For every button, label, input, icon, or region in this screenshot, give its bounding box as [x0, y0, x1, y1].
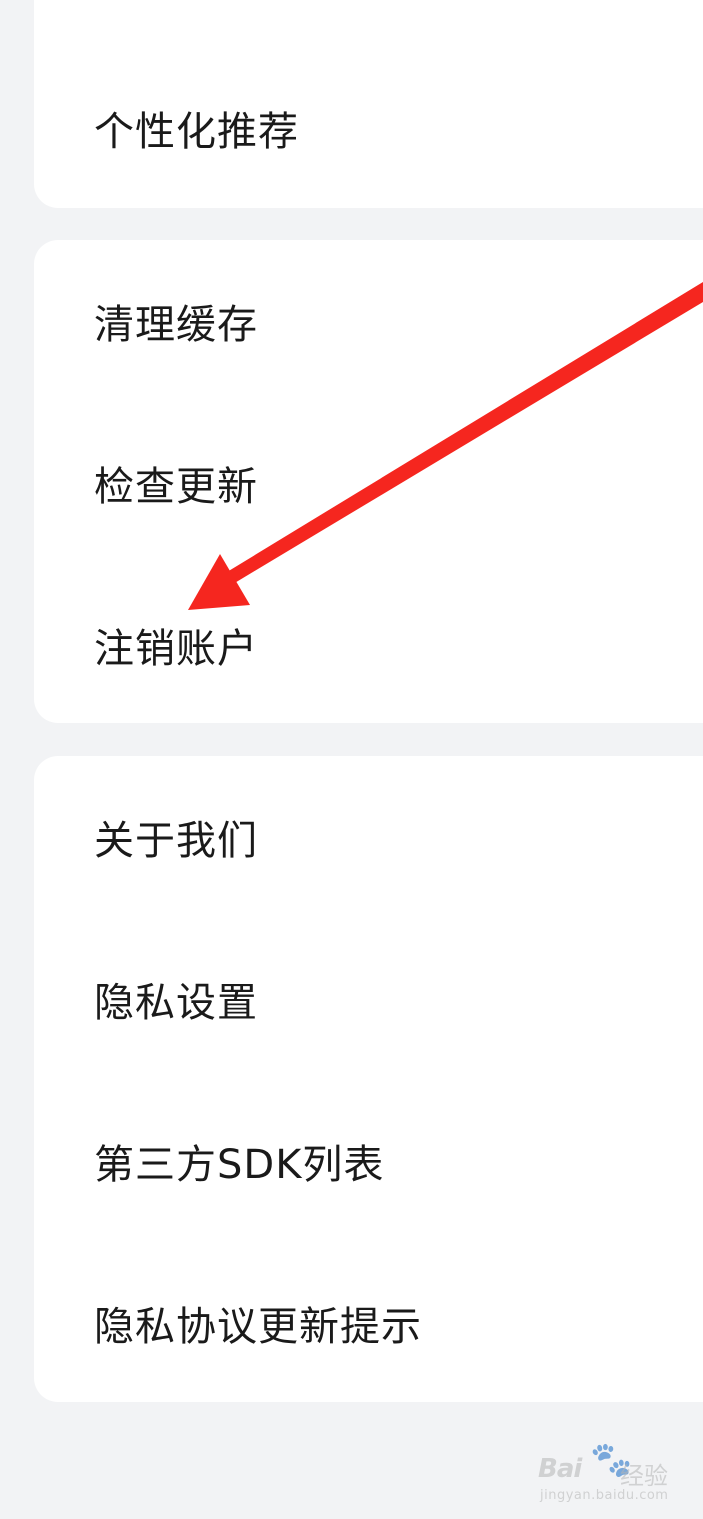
third-party-sdk-list-item[interactable]: 第三方SDK列表 [94, 1111, 703, 1211]
about-us-item[interactable]: 关于我们 [94, 787, 703, 887]
privacy-policy-update-item[interactable]: 隐私协议更新提示 [94, 1273, 703, 1373]
check-update-label: 检查更新 [94, 464, 258, 510]
settings-group-privacy: 关于我们 隐私设置 第三方SDK列表 隐私协议更新提示 [34, 756, 703, 1402]
watermark-jingyan-text: 经验 [620, 1462, 668, 1490]
personalized-recommendation-label: 个性化推荐 [94, 109, 299, 155]
baidu-jingyan-watermark: Bai 🐾 经验 jingyan.baidu.com [538, 1440, 678, 1504]
settings-group-account: 清理缓存 检查更新 注销账户 [34, 240, 703, 723]
settings-group-recommendation: 个性化推荐 [34, 0, 703, 208]
privacy-settings-label: 隐私设置 [94, 980, 258, 1026]
cancel-account-item[interactable]: 注销账户 [94, 595, 703, 695]
third-party-sdk-list-label: 第三方SDK列表 [94, 1142, 385, 1188]
about-us-label: 关于我们 [94, 818, 258, 864]
clear-cache-item[interactable]: 清理缓存 [94, 271, 703, 371]
personalized-recommendation-item[interactable]: 个性化推荐 [94, 78, 703, 178]
check-update-item[interactable]: 检查更新 [94, 433, 703, 533]
watermark-url: jingyan.baidu.com [540, 1488, 669, 1503]
privacy-settings-item[interactable]: 隐私设置 [94, 949, 703, 1049]
privacy-policy-update-label: 隐私协议更新提示 [94, 1304, 422, 1350]
cancel-account-label: 注销账户 [94, 626, 258, 672]
clear-cache-label: 清理缓存 [94, 302, 258, 348]
watermark-logo-text: Bai [538, 1454, 582, 1484]
